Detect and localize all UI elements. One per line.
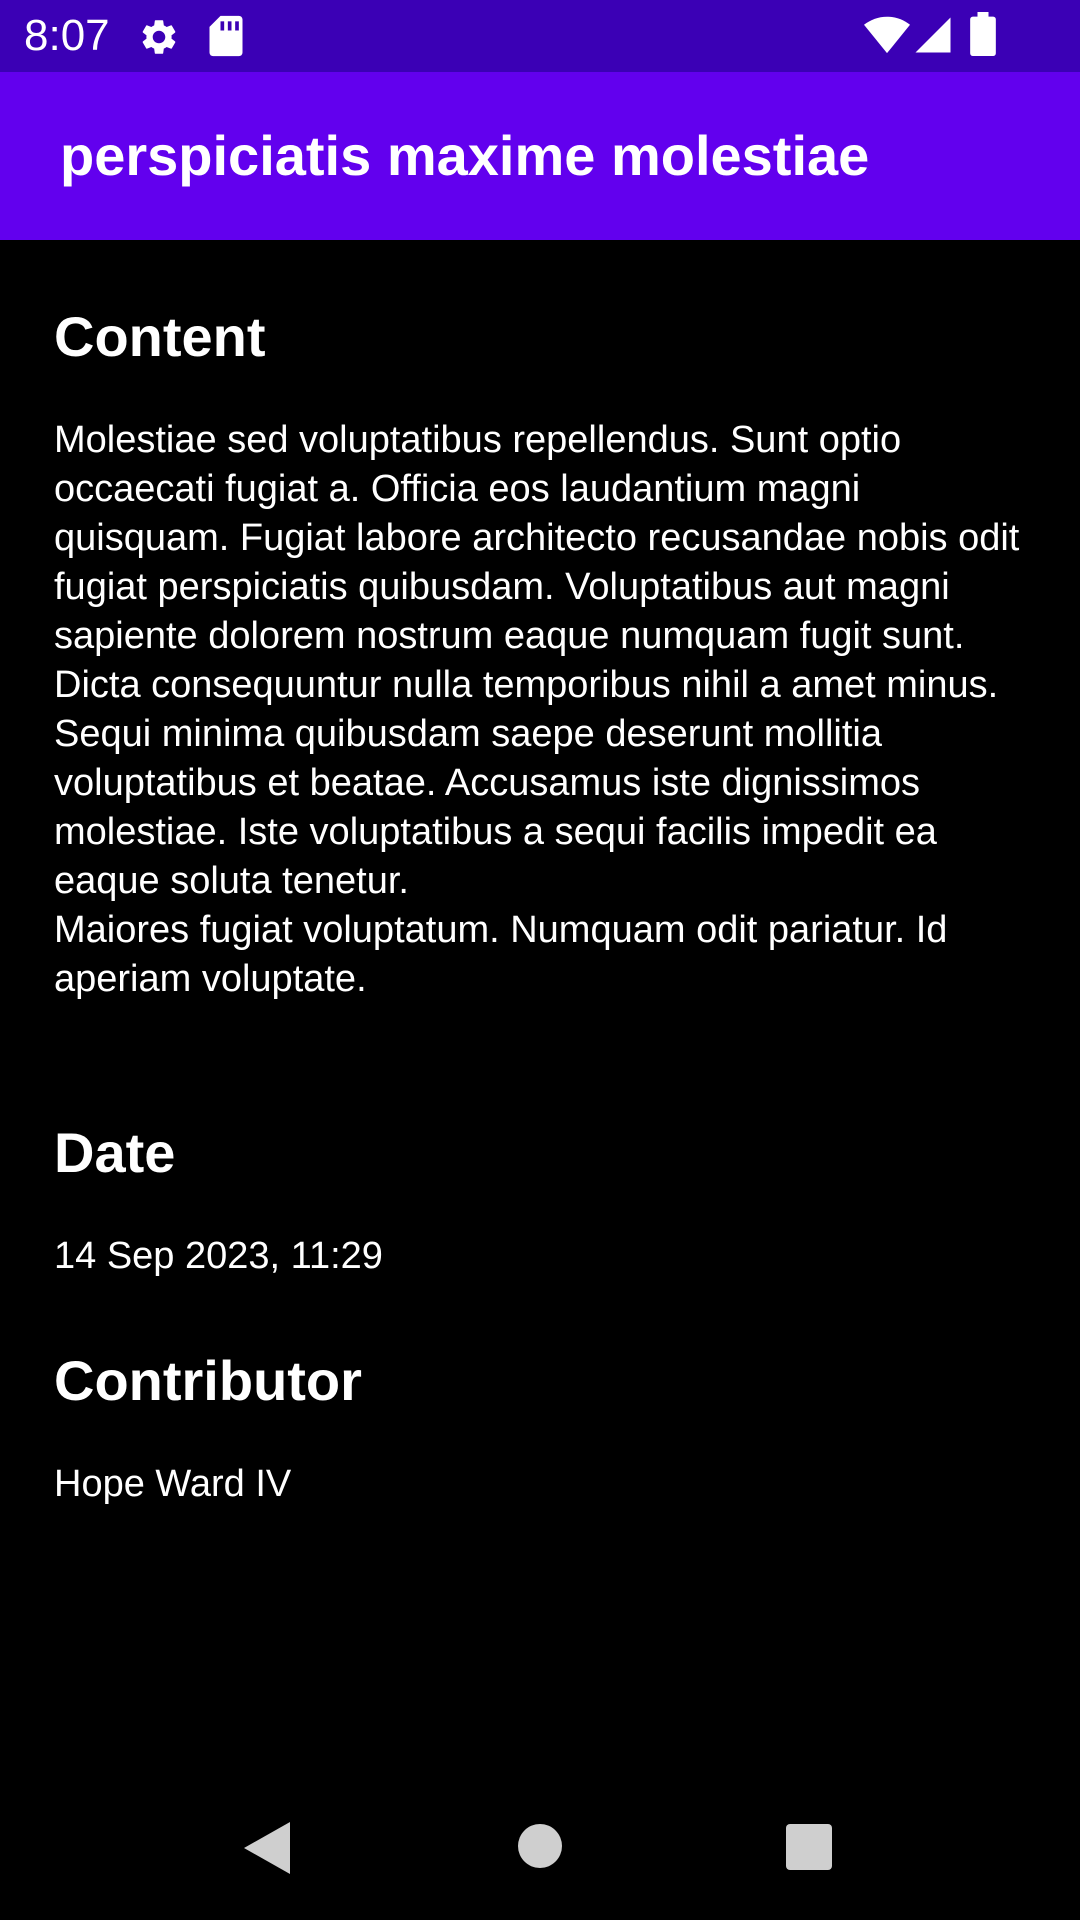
recents-icon[interactable]: [786, 1824, 832, 1870]
wifi-icon: [864, 16, 910, 54]
battery-icon: [970, 12, 996, 56]
navigation-bar: [0, 1788, 1080, 1920]
app-bar: perspiciatis maxime molestiae: [0, 72, 1080, 240]
home-icon[interactable]: [518, 1824, 562, 1868]
signal-icon: [915, 17, 951, 53]
page-title: perspiciatis maxime molestiae: [60, 124, 870, 187]
status-bar: 8:07: [0, 0, 1080, 72]
content-heading: Content: [54, 305, 266, 368]
back-icon[interactable]: [244, 1822, 290, 1874]
contributor-value: Hope Ward IV: [54, 1463, 292, 1505]
sd-card-icon: [209, 15, 243, 57]
date-value: 14 Sep 2023, 11:29: [54, 1235, 383, 1277]
gear-icon: [142, 20, 176, 54]
contributor-heading: Contributor: [54, 1349, 362, 1412]
status-time: 8:07: [24, 11, 110, 60]
content-text: Molestiae sed voluptatibus repellendus. …: [54, 419, 1020, 1000]
date-heading: Date: [54, 1121, 176, 1184]
